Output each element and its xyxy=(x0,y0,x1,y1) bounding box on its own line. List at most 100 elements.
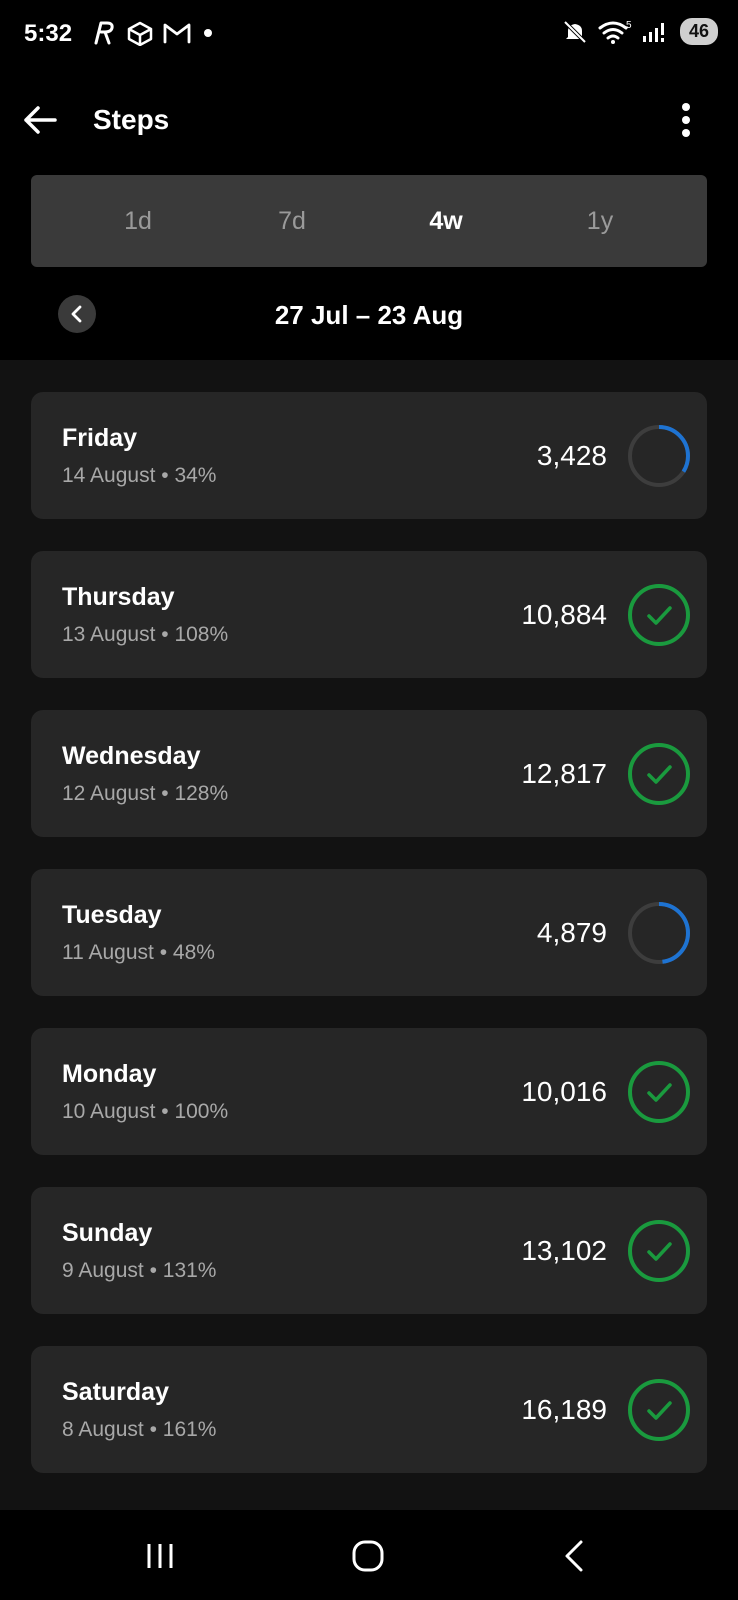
separator-dot: • xyxy=(155,782,175,805)
day-subtitle: 8 August • 161% xyxy=(62,1418,216,1442)
app-r-icon xyxy=(94,21,114,45)
ring-complete-circle xyxy=(628,743,690,805)
day-percent: 108% xyxy=(174,623,229,646)
check-icon xyxy=(647,1401,672,1420)
step-count: 16,189 xyxy=(521,1394,607,1425)
separator-dot: • xyxy=(155,623,175,646)
day-subtitle: 11 August • 48% xyxy=(62,941,215,965)
steps-screen: 5:32 5 46 Steps 1d 7d 4w 1y 27 Jul – 23 … xyxy=(0,0,738,1600)
day-date: 11 August xyxy=(62,941,154,964)
step-count: 13,102 xyxy=(521,1235,607,1266)
day-card-tuesday[interactable]: Tuesday 11 August • 48% 4,879 xyxy=(31,869,707,996)
step-count: 10,016 xyxy=(521,1076,607,1107)
day-percent: 128% xyxy=(174,782,229,805)
day-subtitle: 13 August • 108% xyxy=(62,623,228,647)
separator-dot: • xyxy=(153,941,173,964)
tab-7d[interactable]: 7d xyxy=(215,175,369,267)
step-count: 10,884 xyxy=(521,599,607,630)
day-date: 13 August xyxy=(62,623,156,646)
wifi-icon: 5 xyxy=(598,20,632,44)
tab-4w[interactable]: 4w xyxy=(369,175,523,267)
day-percent: 100% xyxy=(174,1100,229,1123)
day-card-friday[interactable]: Friday 14 August • 34% 3,428 xyxy=(31,392,707,519)
arrow-left-icon xyxy=(24,106,57,134)
progress-ring xyxy=(628,902,690,964)
check-icon xyxy=(647,1083,672,1102)
ring-complete-circle xyxy=(628,1061,690,1123)
separator-dot: • xyxy=(155,1100,175,1123)
day-date: 8 August xyxy=(62,1418,144,1441)
app-box-icon xyxy=(127,21,153,46)
day-percent: 48% xyxy=(172,941,215,964)
back-button[interactable] xyxy=(18,98,62,142)
day-subtitle: 10 August • 100% xyxy=(62,1100,228,1124)
goal-complete-ring xyxy=(628,1220,690,1282)
day-name: Monday xyxy=(62,1060,157,1088)
chevron-left-icon xyxy=(565,1540,583,1572)
goal-complete-ring xyxy=(628,1061,690,1123)
check-icon xyxy=(647,606,672,625)
day-name: Saturday xyxy=(62,1378,169,1406)
day-list: Friday 14 August • 34% 3,428 Thursday 13 Aug… xyxy=(0,360,738,1510)
system-indicators: 5 46 xyxy=(562,18,718,45)
day-date: 12 August xyxy=(62,782,156,805)
check-icon xyxy=(647,1242,672,1261)
day-subtitle: 12 August • 128% xyxy=(62,782,228,806)
tab-1y[interactable]: 1y xyxy=(523,175,677,267)
status-time: 5:32 xyxy=(24,20,73,47)
day-card-saturday[interactable]: Saturday 8 August • 161% 16,189 xyxy=(31,1346,707,1473)
date-navigation: 27 Jul – 23 Aug xyxy=(0,290,738,340)
step-count: 12,817 xyxy=(521,758,607,789)
separator-dot: • xyxy=(143,1259,163,1282)
chevron-left-icon xyxy=(71,305,82,323)
day-card-monday[interactable]: Monday 10 August • 100% 10,016 xyxy=(31,1028,707,1155)
page-title: Steps xyxy=(93,104,170,135)
system-navigation-bar xyxy=(0,1510,738,1600)
goal-complete-ring xyxy=(628,743,690,805)
goal-complete-ring xyxy=(628,584,690,646)
nav-back-button[interactable] xyxy=(544,1532,604,1580)
separator-dot: • xyxy=(155,464,175,487)
check-icon xyxy=(647,765,672,784)
status-bar: 5:32 5 46 xyxy=(0,0,738,70)
day-subtitle: 9 August • 131% xyxy=(62,1259,216,1283)
ring-complete-circle xyxy=(628,584,690,646)
home-button[interactable] xyxy=(338,1532,398,1580)
day-name: Wednesday xyxy=(62,742,201,770)
day-subtitle: 14 August • 34% xyxy=(62,464,216,488)
recents-icon xyxy=(147,1544,173,1568)
battery-indicator: 46 xyxy=(679,18,718,45)
day-percent: 34% xyxy=(174,464,217,487)
app-header: Steps xyxy=(0,90,738,150)
wifi-level: 5 xyxy=(626,20,632,31)
more-notifications-dot-icon xyxy=(204,29,212,37)
day-date: 9 August xyxy=(62,1259,144,1282)
home-icon xyxy=(352,1540,384,1572)
previous-period-button[interactable] xyxy=(58,295,96,333)
goal-complete-ring xyxy=(628,1379,690,1441)
day-name: Thursday xyxy=(62,583,175,611)
more-options-button[interactable] xyxy=(674,102,698,138)
step-count: 4,879 xyxy=(536,917,607,948)
notification-icons xyxy=(92,19,216,47)
ring-complete-circle xyxy=(628,1220,690,1282)
mute-icon xyxy=(563,20,587,43)
more-vertical-icon xyxy=(682,103,690,137)
recents-button[interactable] xyxy=(130,1532,190,1580)
ring-complete-circle xyxy=(628,1379,690,1441)
day-card-thursday[interactable]: Thursday 13 August • 108% 10,884 xyxy=(31,551,707,678)
day-name: Sunday xyxy=(62,1219,153,1247)
time-range-tabs: 1d 7d 4w 1y xyxy=(31,175,707,267)
signal-icon xyxy=(642,22,664,42)
day-card-sunday[interactable]: Sunday 9 August • 131% 13,102 xyxy=(31,1187,707,1314)
date-range-label: 27 Jul – 23 Aug xyxy=(274,300,464,330)
day-date: 10 August xyxy=(62,1100,156,1123)
day-percent: 161% xyxy=(162,1418,217,1441)
day-date: 14 August xyxy=(62,464,156,487)
separator-dot: • xyxy=(143,1418,163,1441)
day-card-wednesday[interactable]: Wednesday 12 August • 128% 12,817 xyxy=(31,710,707,837)
progress-ring xyxy=(628,425,690,487)
tab-1d[interactable]: 1d xyxy=(61,175,215,267)
gmail-icon xyxy=(163,23,191,44)
day-name: Tuesday xyxy=(62,901,162,929)
